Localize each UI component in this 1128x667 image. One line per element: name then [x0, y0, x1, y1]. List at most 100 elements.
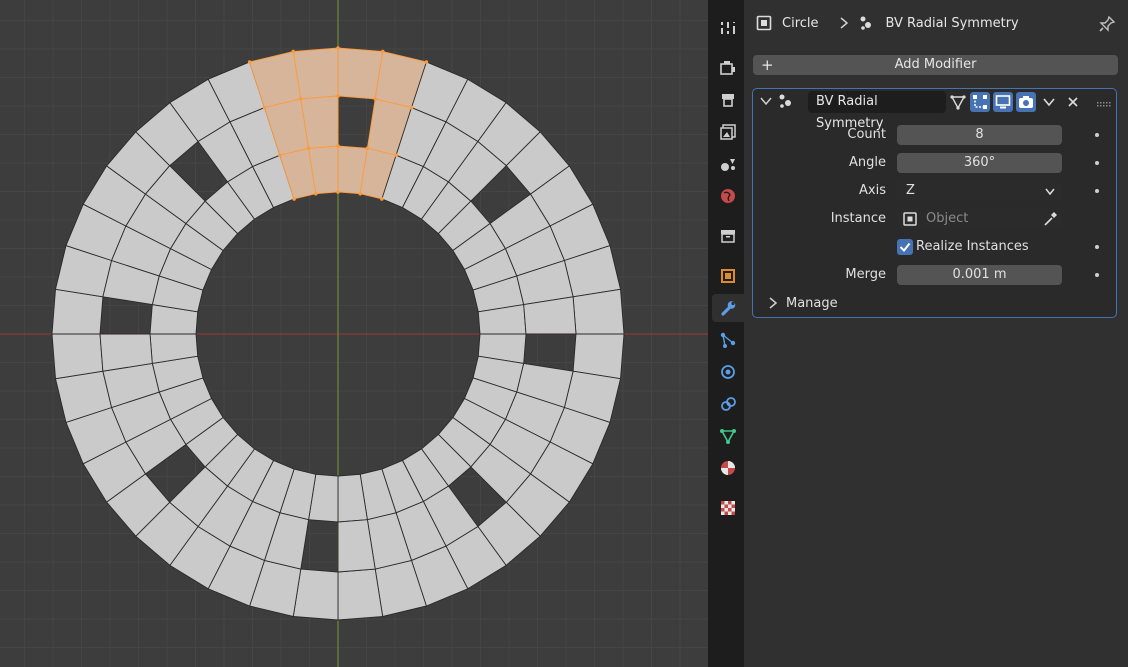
- instance-placeholder: Object: [926, 211, 969, 226]
- angle-field[interactable]: 360°: [897, 153, 1062, 173]
- scene-tab[interactable]: [712, 150, 744, 178]
- add-modifier-button[interactable]: + Add Modifier: [753, 55, 1118, 75]
- selected-vertex[interactable]: [380, 197, 384, 201]
- particles-icon: [720, 332, 736, 348]
- animate-angle-dot[interactable]: [1095, 161, 1099, 165]
- collection-icon: [721, 230, 735, 243]
- selected-vertex[interactable]: [380, 49, 385, 54]
- tool-tab[interactable]: [712, 14, 744, 42]
- data-tab[interactable]: [712, 422, 744, 450]
- animate-merge-dot[interactable]: [1095, 273, 1099, 277]
- material-icon: [721, 461, 735, 475]
- material-tab[interactable]: [712, 454, 744, 482]
- world-tab[interactable]: [712, 182, 744, 210]
- selected-vertex[interactable]: [336, 144, 340, 148]
- collection-tab[interactable]: [712, 222, 744, 250]
- on-cage-icon: [973, 95, 987, 109]
- breadcrumb-object: Circle: [782, 15, 819, 31]
- animate-realize-dot[interactable]: [1095, 245, 1099, 249]
- modifier-name-input[interactable]: BV Radial Symmetry: [808, 91, 946, 131]
- selected-vertex[interactable]: [358, 191, 363, 196]
- mesh-face[interactable]: [51, 333, 104, 380]
- selected-vertex[interactable]: [336, 190, 340, 194]
- mesh-face[interactable]: [572, 288, 625, 335]
- particles-tab[interactable]: [712, 326, 744, 354]
- pin-button[interactable]: [1098, 15, 1116, 37]
- geometry-nodes-icon: [860, 16, 871, 30]
- collapse-modifier-toggle[interactable]: [760, 95, 772, 111]
- constraints-tab[interactable]: [712, 390, 744, 418]
- render-tab[interactable]: [712, 54, 744, 82]
- checkmark-icon: [899, 242, 911, 253]
- mesh-data-icon: [720, 429, 736, 444]
- monitor-icon: [995, 95, 1011, 109]
- output-icon: [722, 94, 734, 107]
- texture-icon: [721, 501, 735, 515]
- properties-tab-bar: [708, 0, 744, 667]
- viewport-canvas[interactable]: [0, 0, 708, 667]
- object-data-icon: [903, 212, 917, 226]
- add-modifier-label: Add Modifier: [894, 57, 977, 72]
- physics-icon: [721, 365, 735, 379]
- animate-count-dot[interactable]: [1095, 133, 1099, 137]
- view-layer-icon: [720, 124, 736, 140]
- angle-label: Angle: [849, 155, 886, 170]
- constraint-icon: [721, 397, 736, 411]
- modifier-tab[interactable]: [712, 294, 744, 322]
- selected-face[interactable]: [292, 47, 339, 100]
- axis-label: Axis: [859, 183, 886, 198]
- realize-instances-label[interactable]: Realize Instances: [916, 237, 1029, 257]
- selected-vertex[interactable]: [278, 153, 282, 158]
- on-cage-toggle[interactable]: [970, 92, 990, 112]
- object-tab[interactable]: [712, 262, 744, 290]
- breadcrumb: Circle BV Radial Symmetry: [756, 10, 1019, 36]
- 3d-viewport[interactable]: [0, 0, 708, 667]
- selected-vertex[interactable]: [365, 146, 370, 151]
- instance-field[interactable]: Object: [897, 209, 1062, 229]
- selected-vertex[interactable]: [262, 105, 267, 110]
- render-toggle[interactable]: [1016, 92, 1036, 112]
- wrench-icon: [721, 301, 736, 316]
- selected-vertex[interactable]: [306, 146, 311, 151]
- instance-label: Instance: [830, 211, 886, 226]
- mesh-face[interactable]: [337, 568, 384, 621]
- close-icon: [1068, 97, 1078, 107]
- selected-vertex[interactable]: [291, 49, 296, 54]
- merge-field[interactable]: 0.001 m: [897, 265, 1062, 285]
- viewport-display-toggle[interactable]: [993, 92, 1013, 112]
- selected-vertex[interactable]: [424, 60, 429, 64]
- count-field[interactable]: 8: [897, 125, 1062, 145]
- merge-label: Merge: [845, 267, 886, 282]
- modifier-dropdown-button[interactable]: [1039, 92, 1059, 112]
- output-tab[interactable]: [712, 86, 744, 114]
- realize-instances-checkbox[interactable]: [897, 239, 913, 255]
- axis-select[interactable]: Z: [897, 181, 1062, 201]
- selected-vertex[interactable]: [409, 105, 414, 110]
- chevron-right-icon: [769, 297, 778, 309]
- selected-vertex[interactable]: [336, 46, 340, 50]
- selected-vertex[interactable]: [394, 153, 398, 158]
- view-layer-tab[interactable]: [712, 118, 744, 146]
- chevron-down-icon: [1043, 98, 1055, 107]
- animate-axis-dot[interactable]: [1095, 189, 1099, 193]
- selected-vertex[interactable]: [247, 60, 252, 64]
- physics-tab[interactable]: [712, 358, 744, 386]
- manage-subpanel-header[interactable]: Manage: [767, 293, 838, 313]
- selected-vertex[interactable]: [336, 94, 340, 98]
- object-icon: [721, 269, 735, 283]
- selected-vertex[interactable]: [313, 191, 318, 196]
- axis-value: Z: [906, 183, 915, 198]
- manage-label: Manage: [786, 295, 838, 311]
- remove-modifier-button[interactable]: [1063, 92, 1083, 112]
- selected-vertex[interactable]: [298, 97, 303, 101]
- eyedropper-icon[interactable]: [1042, 211, 1058, 227]
- chevron-down-icon: [1045, 188, 1055, 196]
- tool-icon: [721, 22, 735, 34]
- edit-mode-toggle[interactable]: [948, 92, 968, 112]
- edit-mode-icon: [950, 95, 966, 110]
- modifier-type-icon: [778, 93, 796, 113]
- selected-vertex[interactable]: [373, 97, 378, 101]
- selected-vertex[interactable]: [292, 197, 296, 201]
- texture-tab[interactable]: [712, 494, 744, 522]
- drag-handle[interactable]: [1097, 97, 1111, 112]
